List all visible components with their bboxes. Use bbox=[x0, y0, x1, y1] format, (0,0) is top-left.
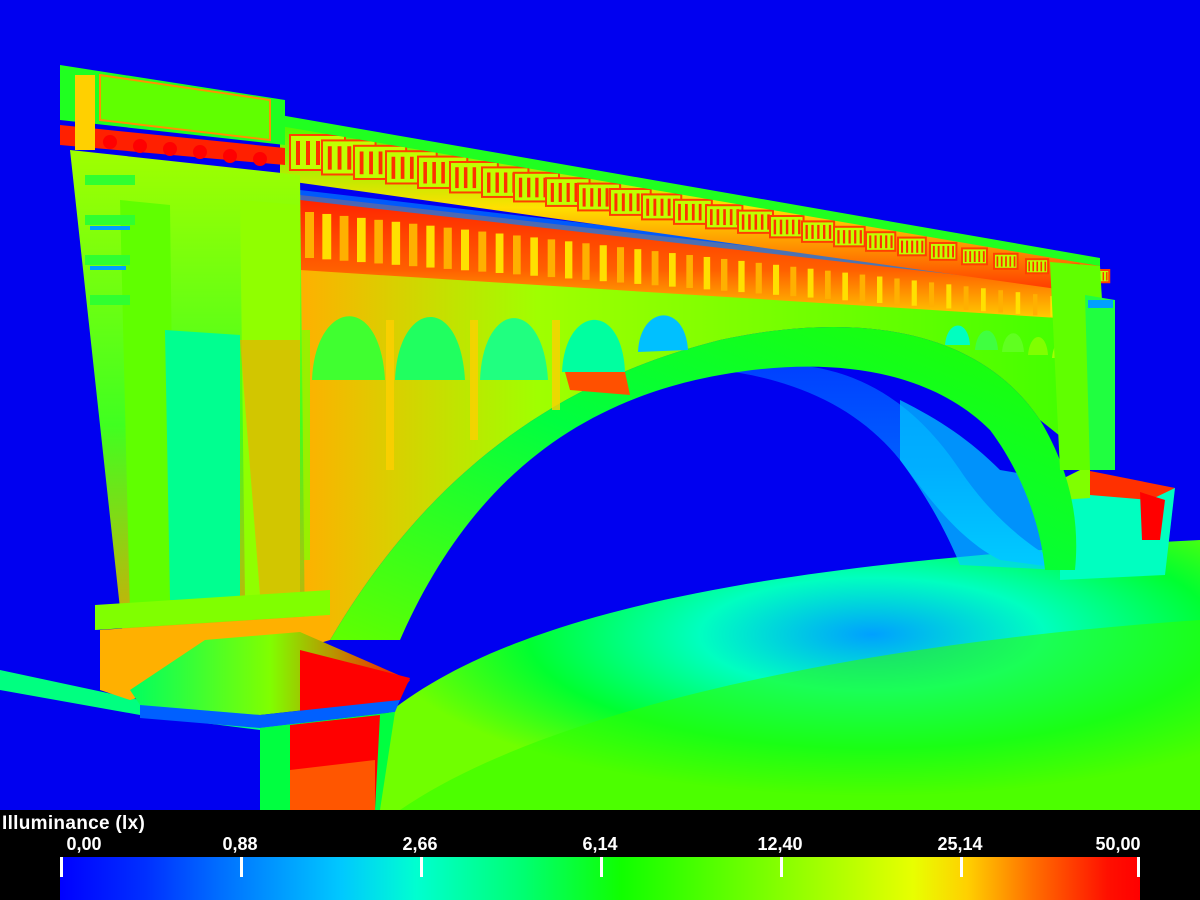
right-abutment bbox=[1050, 262, 1115, 470]
legend-title: Illuminance (lx) bbox=[2, 813, 146, 834]
legend-tick-label: 25,14 bbox=[937, 834, 983, 854]
far-pier bbox=[1060, 465, 1175, 580]
illuminance-legend: Illuminance (lx) 0,00 0,88 2,66 6,14 12,40 25… bbox=[0, 810, 1200, 900]
legend-tick bbox=[960, 857, 963, 877]
legend-tick-label: 0,00 bbox=[66, 834, 102, 854]
legend-tick-label: 12,40 bbox=[757, 834, 803, 854]
legend-tick-label: 2,66 bbox=[402, 834, 438, 854]
legend-tick bbox=[1137, 857, 1140, 877]
water-surface bbox=[380, 540, 1200, 810]
illuminance-render-view bbox=[0, 0, 1200, 810]
legend-tick bbox=[240, 857, 243, 877]
legend-tick bbox=[60, 857, 63, 877]
legend-tick-label: 0,88 bbox=[222, 834, 258, 854]
legend-tick bbox=[420, 857, 423, 877]
legend-tick bbox=[600, 857, 603, 877]
legend-tick-label: 6,14 bbox=[582, 834, 618, 854]
bridge-illuminance-render bbox=[0, 65, 1200, 810]
legend-tick-label: 50,00 bbox=[1095, 834, 1141, 854]
legend-tick bbox=[780, 857, 783, 877]
